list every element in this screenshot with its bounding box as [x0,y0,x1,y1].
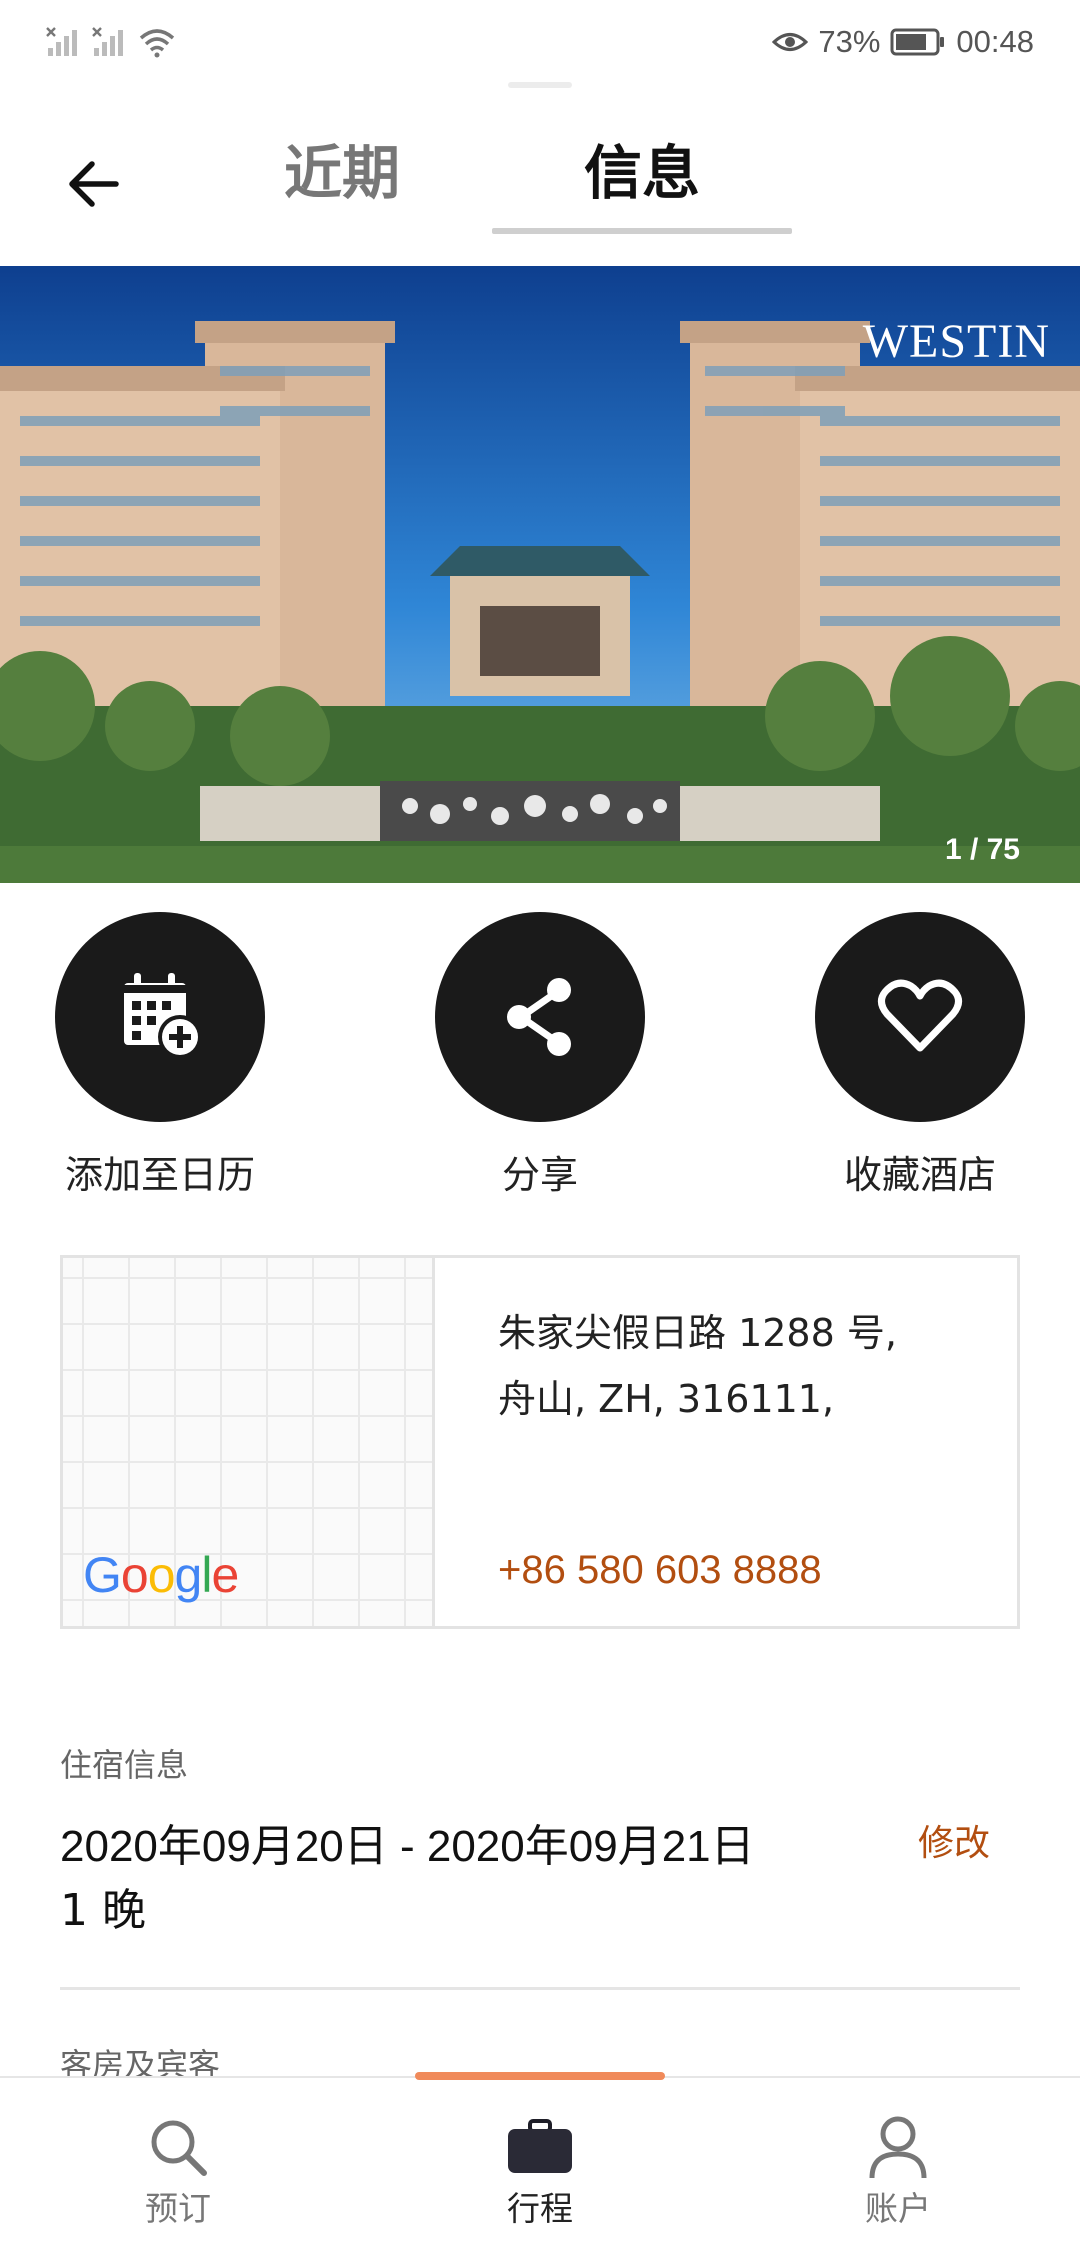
hotel-photo-carousel[interactable]: WESTIN 1 / 75 [0,266,1080,883]
back-arrow-icon [69,161,119,207]
nav-icon-wrap [138,2112,218,2182]
map-thumbnail[interactable]: Google [63,1258,435,1626]
briefcase-icon [508,2119,572,2173]
photo-counter: 1 / 75 [944,833,1020,866]
drag-handle[interactable] [508,82,572,88]
wifi-icon [139,29,175,58]
stay-nights: 1 晚 [60,1885,146,1936]
active-tab-indicator [492,228,792,234]
status-bar: 73% 00:48 [0,0,1080,84]
nav-account[interactable]: 账户 [798,2078,998,2244]
brand-logo: WESTIN [862,315,1050,368]
tab-recent[interactable]: 近期 [262,138,422,208]
heart-icon [878,979,962,1052]
header: 近期 信息 [0,110,1080,260]
nav-book[interactable]: 预订 [78,2078,278,2244]
search-icon [151,2120,207,2176]
nav-trips[interactable]: 行程 [440,2078,640,2244]
favorite-hotel-button[interactable]: 收藏酒店 [780,912,1060,1212]
hotel-address: 朱家尖假日路 1288 号, 舟山, ZH, 316111, [498,1300,998,1432]
nav-icon-wrap [858,2112,938,2182]
action-circle [815,912,1025,1122]
stay-info-title: 住宿信息 [60,1746,189,1784]
action-row: 添加至日历 分享 收藏酒店 [0,912,1080,1212]
nav-trips-label: 行程 [507,2189,573,2228]
share-label: 分享 [501,1153,578,1197]
signal-icon [46,27,77,56]
add-to-calendar-label: 添加至日历 [64,1153,255,1197]
back-button[interactable] [62,152,126,216]
address-line-1: 朱家尖假日路 1288 号, [498,1311,897,1355]
nav-book-label: 预订 [145,2189,211,2228]
bottom-navigation: 预订 行程 账户 [0,2072,1080,2244]
battery-percent: 73% [818,24,881,59]
add-to-calendar-button[interactable]: 添加至日历 [20,912,300,1212]
stay-info-section: 住宿信息 2020年09月20日 - 2020年09月21日 1 晚 修改 [60,1740,1020,1936]
share-button[interactable]: 分享 [400,912,680,1212]
hotel-phone-link[interactable]: +86 580 603 8888 [498,1548,822,1593]
calendar-add-icon [124,973,202,1059]
share-icon [507,978,571,1056]
google-logo: Google [83,1547,239,1603]
nav-account-label: 账户 [865,2189,931,2228]
signal-icon [92,27,123,56]
action-circle [435,912,645,1122]
signal-indicators [46,22,176,62]
location-card: Google 朱家尖假日路 1288 号, 舟山, ZH, 316111, +8… [60,1255,1020,1629]
favorite-hotel-label: 收藏酒店 [843,1153,996,1197]
modify-stay-link[interactable]: 修改 [918,1814,990,1866]
tab-info[interactable]: 信息 [492,138,792,208]
screen: 73% 00:48 近期 信息 WESTIN 1 / 75 添加至日历 分享 收… [0,0,1080,2244]
nav-icon-wrap [500,2112,580,2182]
eye-comfort-icon [772,33,809,51]
status-right: 73% 00:48 [772,22,1034,62]
action-circle [55,912,265,1122]
person-icon [869,2116,927,2179]
clock: 00:48 [956,24,1034,59]
section-divider [60,1987,1020,1990]
stay-dates: 2020年09月20日 - 2020年09月21日 [60,1822,755,1871]
battery-icon [890,28,945,56]
address-line-2: 舟山, ZH, 316111, [498,1377,835,1421]
